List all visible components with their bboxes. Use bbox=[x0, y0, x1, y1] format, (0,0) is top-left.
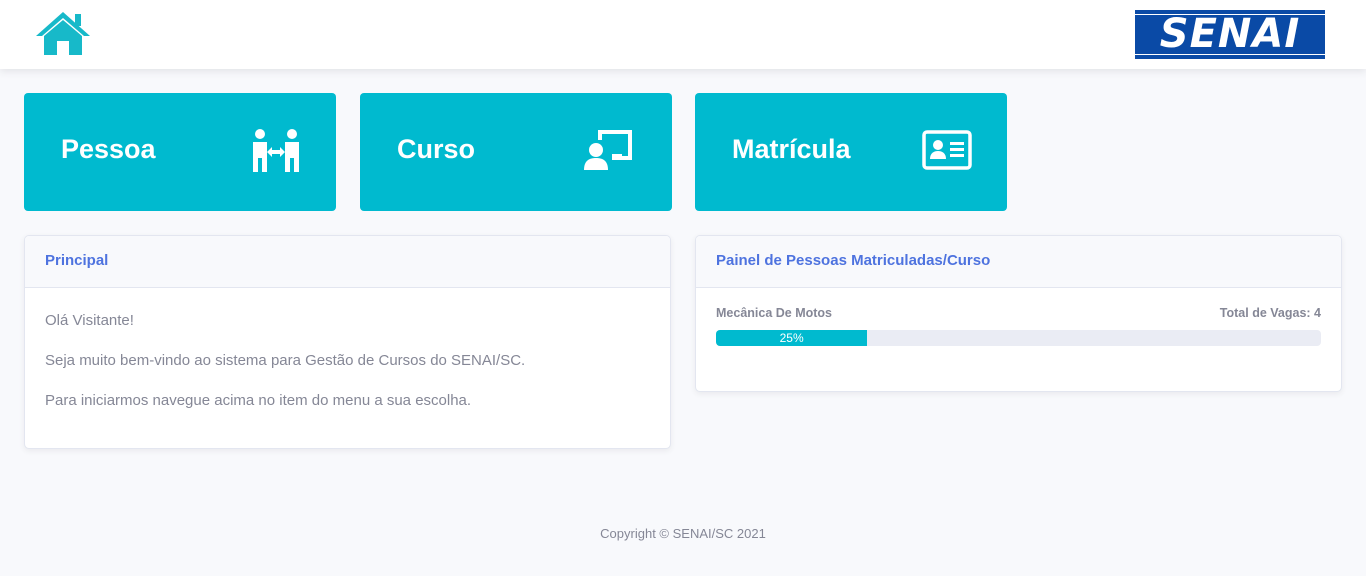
id-card-icon bbox=[922, 130, 972, 170]
footer-copyright: Copyright © SENAI/SC 2021 bbox=[600, 526, 766, 541]
course-row: Mecânica De Motos Total de Vagas: 4 bbox=[716, 306, 1321, 320]
enrollment-progress: 25% bbox=[716, 330, 1321, 346]
card-pessoa[interactable]: Pessoa bbox=[24, 93, 336, 211]
progress-bar-fill: 25% bbox=[716, 330, 868, 346]
enrollment-panel-title: Painel de Pessoas Matriculadas/Curso bbox=[696, 236, 1341, 288]
card-curso-label: Curso bbox=[397, 134, 476, 164]
greeting-text: Olá Visitante! bbox=[45, 312, 134, 329]
card-curso[interactable]: Curso bbox=[360, 93, 672, 211]
instruction-text: Para iniciarmos navegue acima no item do… bbox=[45, 392, 472, 409]
card-pessoa-label: Pessoa bbox=[61, 134, 156, 164]
principal-panel: Principal Olá Visitante! Seja muito bem-… bbox=[24, 235, 671, 449]
enrollment-panel: Painel de Pessoas Matriculadas/Curso Mec… bbox=[695, 235, 1342, 392]
teacher-board-icon bbox=[584, 130, 632, 170]
senai-logo: SENAI bbox=[1135, 10, 1325, 59]
card-matricula-label: Matrícula bbox=[732, 134, 851, 164]
card-matricula[interactable]: Matrícula bbox=[695, 93, 1007, 211]
welcome-text: Seja muito bem-vindo ao sistema para Ges… bbox=[45, 352, 526, 369]
principal-panel-title: Principal bbox=[25, 236, 670, 288]
home-icon[interactable] bbox=[34, 10, 92, 57]
total-vacancies: Total de Vagas: 4 bbox=[1219, 306, 1321, 320]
top-navbar: SENAI bbox=[0, 0, 1366, 69]
course-name: Mecânica De Motos bbox=[716, 306, 833, 320]
people-exchange-icon bbox=[253, 129, 299, 172]
logo-text: SENAI bbox=[1135, 14, 1325, 54]
